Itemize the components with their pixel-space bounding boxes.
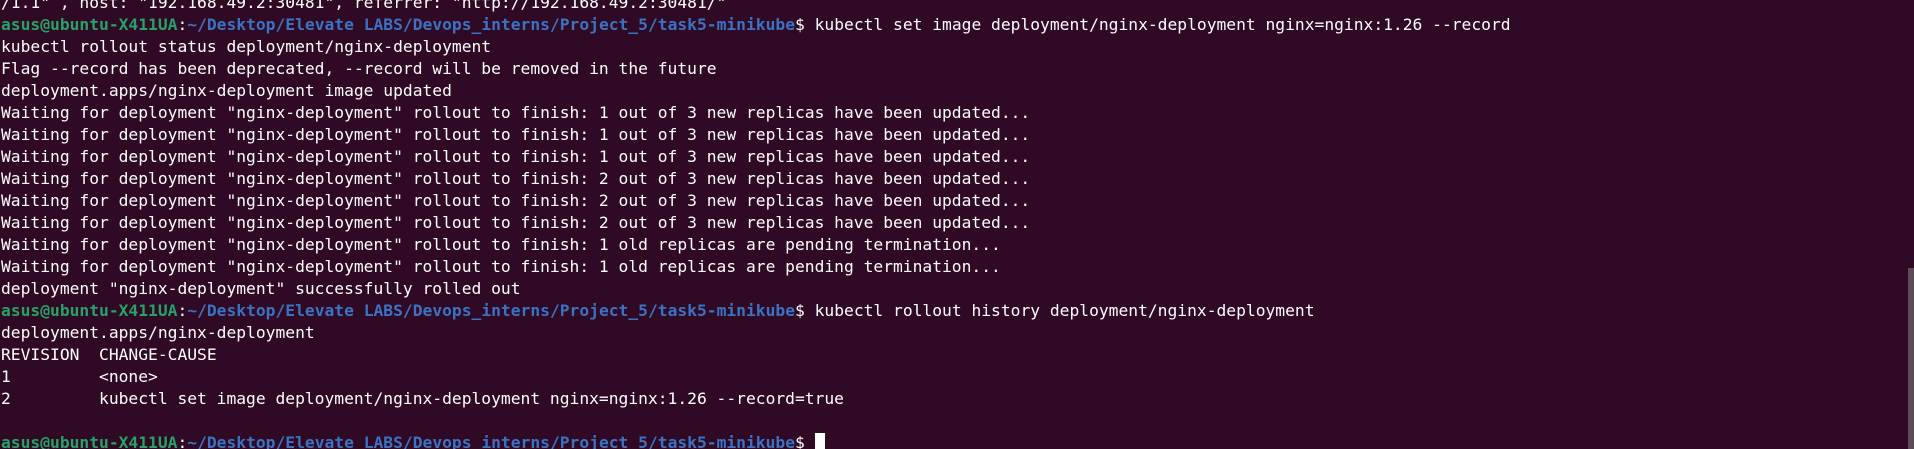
prompt-line-1: asus@ubuntu-X411UA:~/Desktop/Elevate LAB…: [1, 14, 1900, 36]
output-line: Flag --record has been deprecated, --rec…: [1, 59, 717, 78]
prompt-path: ~/Desktop/Elevate LABS/Devops_interns/Pr…: [187, 301, 795, 320]
prompt-user: asus@ubuntu-X411UA: [1, 301, 178, 320]
output-line: Waiting for deployment "nginx-deployment…: [1, 125, 1031, 144]
command-text: kubectl set image deployment/nginx-deplo…: [814, 15, 1511, 34]
output-line: deployment "nginx-deployment" successful…: [1, 279, 521, 298]
prompt-symbol: $: [795, 15, 815, 34]
prompt-symbol: $: [795, 433, 815, 449]
output-line: Waiting for deployment "nginx-deployment…: [1, 103, 1031, 122]
prompt-user: asus@ubuntu-X411UA: [1, 15, 178, 34]
output-line: deployment.apps/nginx-deployment: [1, 323, 315, 342]
prompt-line-2: asus@ubuntu-X411UA:~/Desktop/Elevate LAB…: [1, 300, 1900, 322]
prompt-separator: :: [177, 301, 188, 320]
prompt-path: ~/Desktop/Elevate LABS/Devops_interns/Pr…: [187, 433, 795, 449]
prompt-separator: :: [177, 15, 188, 34]
command-text: kubectl rollout history deployment/nginx…: [814, 301, 1315, 320]
output-line: 2 kubectl set image deployment/nginx-dep…: [1, 389, 844, 408]
output-line: Waiting for deployment "nginx-deployment…: [1, 191, 1031, 210]
output-line: deployment.apps/nginx-deployment image u…: [1, 81, 452, 100]
text-cursor: [814, 433, 825, 449]
prompt-separator: :: [177, 433, 188, 449]
output-line: REVISION CHANGE-CAUSE: [1, 345, 217, 364]
output-line: 1 <none>: [1, 367, 158, 386]
vertical-scrollbar[interactable]: [1908, 268, 1914, 449]
prompt-line-3[interactable]: asus@ubuntu-X411UA:~/Desktop/Elevate LAB…: [1, 432, 1900, 449]
prompt-path: ~/Desktop/Elevate LABS/Devops_interns/Pr…: [187, 15, 795, 34]
prompt-user: asus@ubuntu-X411UA: [1, 433, 178, 449]
output-line: Waiting for deployment "nginx-deployment…: [1, 213, 1031, 232]
terminal-window[interactable]: /1.1" , host: "192.168.49.2:30481", refe…: [0, 0, 1914, 449]
output-line: Waiting for deployment "nginx-deployment…: [1, 235, 1001, 254]
terminal-line-partial: /1.1" , host: "192.168.49.2:30481", refe…: [1, 0, 727, 12]
output-line: kubectl rollout status deployment/nginx-…: [1, 37, 492, 56]
prompt-symbol: $: [795, 301, 815, 320]
output-line: Waiting for deployment "nginx-deployment…: [1, 169, 1031, 188]
output-line: Waiting for deployment "nginx-deployment…: [1, 147, 1031, 166]
terminal-output: /1.1" , host: "192.168.49.2:30481", refe…: [1, 0, 1900, 449]
output-line: Waiting for deployment "nginx-deployment…: [1, 257, 1001, 276]
